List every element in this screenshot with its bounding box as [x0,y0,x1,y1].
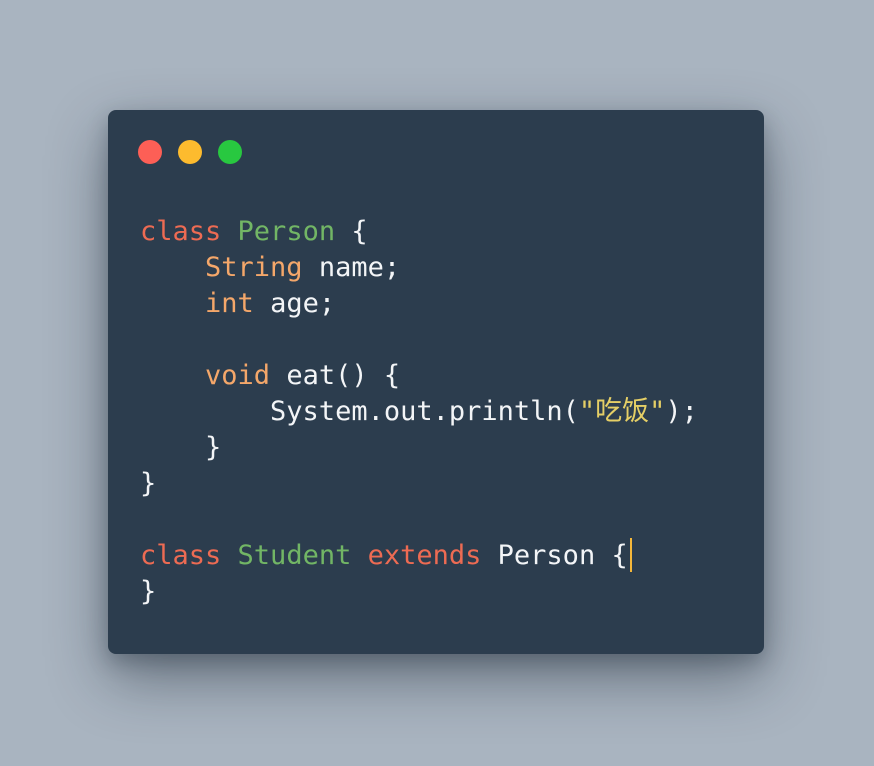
code-token-plain: Person { [481,540,628,571]
code-token-plain: ); [665,396,698,427]
code-line: System.out.println("吃饭"); [140,394,698,430]
code-token-plain: } [140,468,157,499]
code-token-type: String [205,252,303,283]
code-line: class Person { [140,214,698,250]
code-token-type: int [205,288,254,319]
code-window: class Person { String name; int age; voi… [108,110,764,654]
code-line: } [140,466,698,502]
text-caret [629,538,632,572]
code-token-string: "吃饭" [578,396,666,427]
code-token-plain: } [140,432,222,463]
code-token-class-name: Person [237,216,336,247]
window-controls [138,140,242,164]
code-token-plain: name; [302,252,401,283]
code-token-class-name: Student [237,540,352,571]
code-token-plain: } [140,576,157,607]
code-editor[interactable]: class Person { String name; int age; voi… [140,214,698,610]
code-token-keyword: extends [367,540,482,571]
code-line: } [140,430,698,466]
code-line: } [140,574,698,610]
code-token-keyword: class [140,540,222,571]
close-button[interactable] [138,140,162,164]
zoom-button[interactable] [218,140,242,164]
code-token-plain: System.out.println( [140,396,579,427]
code-line: String name; [140,250,698,286]
code-token-keyword: class [140,216,222,247]
code-line: int age; [140,286,698,322]
code-line: void eat() { [140,358,698,394]
code-token-type: void [205,360,271,391]
code-token-plain: { [335,216,368,247]
code-token-plain: age; [253,288,336,319]
minimize-button[interactable] [178,140,202,164]
code-line: class Student extends Person { [140,538,698,574]
code-token-plain: eat() { [270,360,401,391]
